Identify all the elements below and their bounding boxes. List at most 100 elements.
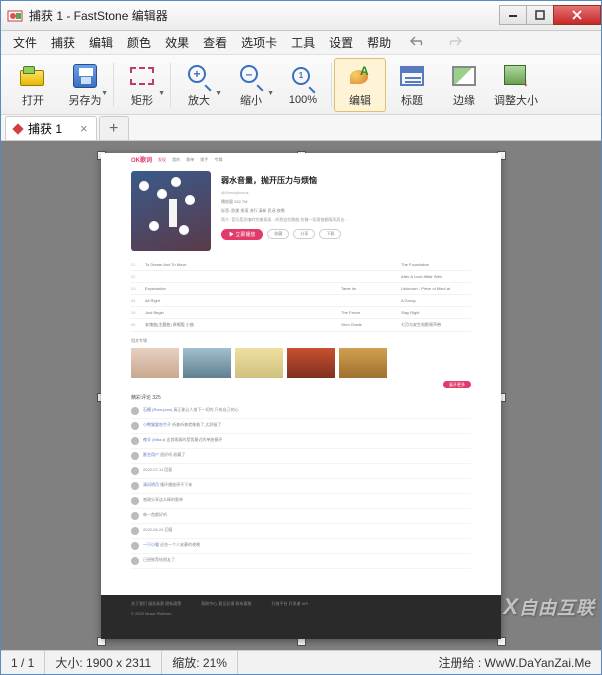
menu-color[interactable]: 颜色 <box>121 32 157 53</box>
album-cover <box>131 171 211 251</box>
footer-col: 开放平台 开发者 API <box>271 601 308 607</box>
related-thumbs <box>131 348 471 378</box>
modified-indicator-icon <box>12 123 23 134</box>
redo-icon[interactable] <box>439 33 469 52</box>
chevron-down-icon: ▼ <box>158 90 165 97</box>
zoom100-button[interactable]: 1 100% <box>277 58 329 112</box>
more-button-row: 展开更多 <box>131 382 471 388</box>
zoom-out-icon: – <box>237 62 265 90</box>
separator <box>331 63 332 107</box>
plays: 播放量 262.7M <box>221 199 471 205</box>
menu-capture[interactable]: 捕获 <box>45 32 81 53</box>
zoomin-label: 放大 <box>188 92 210 108</box>
track-row: 05Just BeginThe FenceStay Right <box>131 307 471 319</box>
webpage-nav: 发现 我的 歌单 歌手 专辑 <box>158 157 228 163</box>
menu-tools[interactable]: 工具 <box>285 32 321 53</box>
canvas-area[interactable]: OK歌词 发现 我的 歌单 歌手 专辑 弱水音量，抛开压力与烦恼 @Wendyl… <box>1 141 601 650</box>
track-list: 01To Dream And To MoveThe Foundation02Af… <box>131 259 471 332</box>
comment-row: 清风明月 循环播放停不下来 <box>131 479 471 494</box>
document-tab[interactable]: 捕获 1 × <box>5 116 97 140</box>
creator: @Wendylicious <box>221 190 471 195</box>
undo-icon[interactable] <box>403 33 433 52</box>
download-button: 下载 <box>319 229 341 239</box>
thumb <box>235 348 283 378</box>
thumb <box>131 348 179 378</box>
nav-item: 歌单 <box>186 157 194 162</box>
saveas-button[interactable]: 另存为 ▼ <box>59 58 111 112</box>
resize-label: 调整大小 <box>494 92 538 108</box>
more-button: 展开更多 <box>443 381 471 388</box>
minimize-button[interactable] <box>499 5 527 25</box>
nav-item: 歌手 <box>200 157 208 162</box>
save-icon <box>71 62 99 90</box>
track-row: 02After A Love Affair With <box>131 271 471 283</box>
chevron-down-icon: ▼ <box>267 90 274 97</box>
draw-label: 编辑 <box>349 92 371 108</box>
webpage-footer: 关于我们 服务条款 隐私政策 帮助中心 意见反馈 联系客服 开放平台 开发者 A… <box>101 595 501 639</box>
play-button: ▶ 立即播放 <box>221 229 263 240</box>
window-controls <box>500 5 601 27</box>
zoomout-button[interactable]: – 缩小 ▼ <box>225 58 277 112</box>
zoom100-label: 100% <box>289 94 317 106</box>
saveas-label: 另存为 <box>69 92 102 108</box>
edge-button[interactable]: 边缘 <box>438 58 490 112</box>
footer-col: 帮助中心 意见反馈 联系客服 <box>201 601 251 607</box>
webpage-logo: OK歌词 <box>131 155 152 164</box>
comment-row: 感谢分享这么棒的歌单 <box>131 494 471 509</box>
tabstrip: 捕获 1 × + <box>1 115 601 141</box>
menu-effect[interactable]: 效果 <box>159 32 195 53</box>
nav-item: 专辑 <box>215 157 223 162</box>
comment-row: 每一首都好听 <box>131 509 471 524</box>
comment-row: 已经推荐给朋友了 <box>131 554 471 569</box>
footer-col: 关于我们 服务条款 隐私政策 <box>131 601 181 607</box>
share-button: 分享 <box>293 229 315 239</box>
comment-row: 一只小猫 适合一个人安静的夜晚 <box>131 539 471 554</box>
palette-icon <box>346 62 374 90</box>
thumb <box>287 348 335 378</box>
comment-row: 石榴 (Rom-pom) 真正能让人放下一切的,只有自己的心 <box>131 404 471 419</box>
close-tab-icon[interactable]: × <box>80 121 88 136</box>
fav-button: 收藏 <box>267 229 289 239</box>
menu-edit[interactable]: 编辑 <box>83 32 119 53</box>
comment-row: 2020-06-24 回复 <box>131 524 471 539</box>
resize-icon <box>502 62 530 90</box>
menu-tabs[interactable]: 选项卡 <box>235 32 283 53</box>
menu-view[interactable]: 查看 <box>197 32 233 53</box>
caption-button[interactable]: 标题 <box>386 58 438 112</box>
new-tab-button[interactable]: + <box>99 116 129 140</box>
watermark: X自由互联 <box>503 594 595 620</box>
zoomout-label: 缩小 <box>240 92 262 108</box>
resize-button[interactable]: 调整大小 <box>490 58 542 112</box>
menu-help[interactable]: 帮助 <box>361 32 397 53</box>
footer-copy: © 2020 Music Platform <box>131 611 471 616</box>
menu-file[interactable]: 文件 <box>7 32 43 53</box>
track-row: 04All RightA Group <box>131 295 471 307</box>
folder-open-icon <box>19 62 47 90</box>
edge-label: 边缘 <box>453 92 475 108</box>
rect-button[interactable]: 矩形 ▼ <box>116 58 168 112</box>
page-indicator: 1 / 1 <box>1 651 45 674</box>
zoomin-button[interactable]: + 放大 ▼ <box>173 58 225 112</box>
registration-info: 注册给 : WwW.DaYanZai.Me <box>429 654 601 671</box>
comment-row: 2020-07-11 回复 <box>131 464 471 479</box>
chevron-down-icon: ▼ <box>101 90 108 97</box>
menubar: 文件 捕获 编辑 颜色 效果 查看 选项卡 工具 设置 帮助 <box>1 31 601 55</box>
statusbar: 1 / 1 大小: 1900 x 2311 缩放: 21% 注册给 : WwW.… <box>1 650 601 674</box>
playlist-title: 弱水音量，抛开压力与烦恼 <box>221 175 471 186</box>
close-button[interactable] <box>553 5 601 25</box>
size-indicator: 大小: 1900 x 2311 <box>45 651 162 674</box>
window-title: 捕获 1 - FastStone 编辑器 <box>29 7 500 24</box>
captured-page: OK歌词 发现 我的 歌单 歌手 专辑 弱水音量，抛开压力与烦恼 @Wendyl… <box>101 153 501 639</box>
edge-icon <box>450 62 478 90</box>
open-button[interactable]: 打开 <box>7 58 59 112</box>
menu-settings[interactable]: 设置 <box>323 32 359 53</box>
maximize-button[interactable] <box>526 5 554 25</box>
tags: 标签: 欧美 摇滚 流行 清新 民谣 夜晚 <box>221 208 471 214</box>
track-row: 06安魂曲(主题曲) 原唱版 小曲Ohm Grade七月与安生电影原声带 <box>131 319 471 332</box>
rect-select-icon <box>128 62 156 90</box>
zoom-in-icon: + <box>185 62 213 90</box>
draw-button[interactable]: 编辑 <box>334 58 386 112</box>
comments-heading: 精彩评论 325 <box>131 394 471 401</box>
tab-label: 捕获 1 <box>28 120 62 137</box>
related-heading: 相关专辑 <box>131 338 471 344</box>
